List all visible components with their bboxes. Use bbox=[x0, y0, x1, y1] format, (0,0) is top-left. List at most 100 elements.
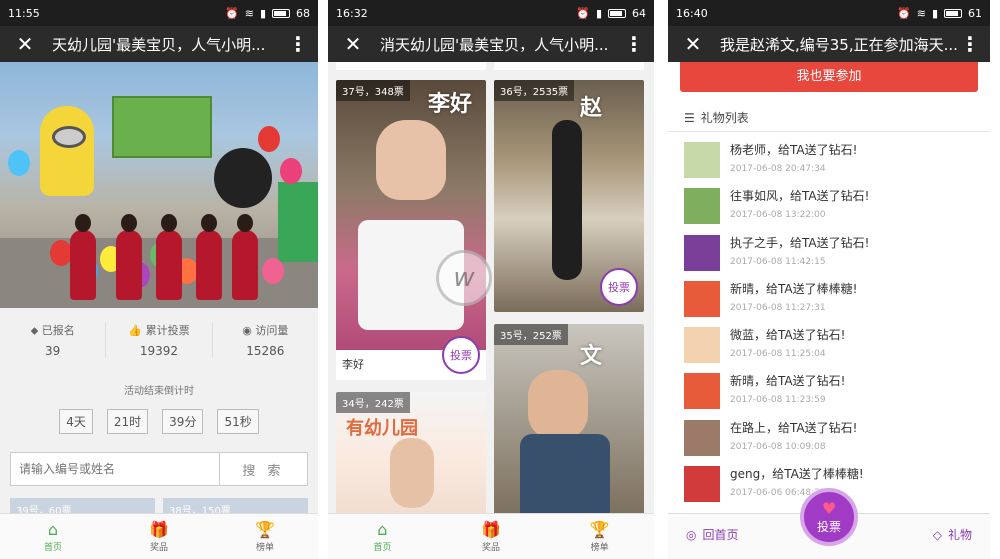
home-circle-icon: ◎ bbox=[686, 527, 697, 542]
status-bar: 16:40 ⏰ ≋ ▮ 61 bbox=[668, 0, 990, 26]
more-menu-icon[interactable]: ⋮ bbox=[624, 34, 644, 54]
gift-time: 2017-06-08 11:25:04 bbox=[730, 349, 826, 360]
stat-label: 已报名 bbox=[41, 324, 75, 337]
back-home-label: 回首页 bbox=[702, 528, 739, 542]
wifi-icon: ≋ bbox=[916, 6, 926, 20]
thumbs-up-icon: 👍 bbox=[128, 324, 143, 337]
gift-text: 执子之手，给TA送了钻石! bbox=[730, 235, 870, 250]
battery-level: 61 bbox=[968, 6, 982, 20]
mickey-mascot bbox=[214, 148, 272, 208]
gift-time: 2017-06-08 11:23:59 bbox=[730, 395, 826, 406]
teacher-figure bbox=[196, 214, 222, 300]
close-icon[interactable]: ✕ bbox=[678, 34, 708, 54]
card-stub bbox=[494, 62, 644, 70]
phone-screen-home: 11:55 ⏰ ≋ ▮ 68 ✕ 天幼儿园'最美宝贝，人气小明... ⋮ ⬥ 已… bbox=[0, 0, 318, 559]
stat-value: 15286 bbox=[246, 344, 285, 358]
title-bar: ✕ 消天幼儿园'最美宝贝，人气小明... ⋮ bbox=[328, 26, 654, 62]
tab-ranking[interactable]: 🏆 榜单 bbox=[212, 514, 318, 559]
search-button[interactable]: 搜 索 bbox=[219, 453, 307, 485]
back-home-button[interactable]: ◎ 回首页 bbox=[686, 526, 739, 543]
avatar bbox=[684, 188, 720, 225]
battery-icon bbox=[272, 8, 290, 18]
vote-button[interactable]: 投票 bbox=[600, 268, 638, 306]
gift-list-header: ☰ 礼物列表 bbox=[668, 104, 990, 132]
teacher-figure bbox=[232, 214, 258, 300]
tab-prizes[interactable]: 🎁 奖品 bbox=[106, 514, 212, 559]
gift-time: 2017-06-08 11:42:15 bbox=[730, 256, 826, 267]
tab-home[interactable]: ⌂ 首页 bbox=[0, 514, 106, 559]
gift-item: 新晴，给TA送了钻石! 2017-06-08 11:23:59 bbox=[668, 373, 990, 419]
avatar bbox=[684, 280, 720, 317]
more-menu-icon[interactable]: ⋮ bbox=[960, 34, 980, 54]
stat-label: 累计投票 bbox=[145, 324, 190, 337]
name-overlay: 李好 bbox=[428, 92, 473, 117]
avatar bbox=[684, 327, 720, 364]
home-icon: ⌂ bbox=[377, 520, 388, 539]
gift-label: 礼物 bbox=[947, 528, 972, 542]
alarm-icon: ⏰ bbox=[225, 6, 239, 20]
gift-item: 往事如风，给TA送了钻石! 2017-06-08 13:22:00 bbox=[668, 188, 990, 234]
balloon bbox=[280, 158, 302, 184]
gift-time: 2017-06-08 11:27:31 bbox=[730, 302, 826, 313]
vote-label: 投票 bbox=[816, 520, 841, 534]
signal-icon: ▮ bbox=[259, 6, 266, 20]
join-button[interactable]: 我也要参加 bbox=[680, 62, 978, 92]
status-icons: ⏰ ≋ ▮ 61 bbox=[897, 7, 982, 20]
gift-text: 微蓝，给TA送了钻石! bbox=[730, 328, 846, 343]
gift-item: 新晴，给TA送了棒棒糖! 2017-06-08 11:27:31 bbox=[668, 280, 990, 327]
name-overlay: 赵 bbox=[580, 96, 603, 121]
status-time: 16:40 bbox=[676, 6, 708, 20]
gift-time: 2017-06-08 13:22:00 bbox=[730, 210, 826, 221]
gift-text: geng，给TA送了棒棒糖! bbox=[730, 467, 864, 482]
battery-icon bbox=[944, 8, 962, 18]
trophy-icon: 🏆 bbox=[589, 520, 610, 539]
page-title: 我是赵浠文,编号35,正在参加海天... bbox=[720, 35, 958, 54]
search-input[interactable] bbox=[11, 453, 219, 485]
page-title: 消天幼儿园'最美宝贝，人气小明... bbox=[380, 35, 609, 54]
battery-level: 68 bbox=[296, 6, 310, 20]
list-icon: ☰ bbox=[684, 110, 695, 125]
gift-button[interactable]: ◇ 礼物 bbox=[933, 526, 972, 543]
avatar bbox=[684, 142, 720, 178]
child-face bbox=[390, 438, 434, 508]
diamond-icon: ◇ bbox=[932, 527, 942, 542]
teacher-figure bbox=[116, 214, 142, 300]
close-icon[interactable]: ✕ bbox=[338, 34, 368, 54]
gift-item: 微蓝，给TA送了钻石! 2017-06-08 11:25:04 bbox=[668, 327, 990, 373]
alarm-icon: ⏰ bbox=[576, 6, 590, 20]
countdown-label: 活动结束倒计时 bbox=[124, 386, 194, 397]
balloon bbox=[8, 150, 30, 176]
gift-text: 往事如风，给TA送了钻石! bbox=[730, 189, 870, 204]
entry-tag: 35号，252票 bbox=[494, 324, 568, 345]
balloon bbox=[262, 258, 284, 284]
entry-tag: 34号，242票 bbox=[336, 392, 410, 413]
child-shirt bbox=[520, 434, 610, 524]
entry-tag: 36号，2535票 bbox=[494, 80, 575, 101]
bottom-tab-bar: ⌂ 首页 🎁 奖品 🏆 榜单 bbox=[328, 513, 654, 559]
tab-prizes[interactable]: 🎁 奖品 bbox=[437, 514, 546, 559]
entry-card[interactable]: 36号，2535票 赵 投票 bbox=[494, 80, 644, 312]
stat-value: 19392 bbox=[139, 344, 179, 358]
home-icon: ⌂ bbox=[47, 520, 59, 539]
entry-card[interactable]: 37号，348票 李好 李好 投票 bbox=[336, 80, 486, 380]
bottom-tab-bar: ⌂ 首页 🎁 奖品 🏆 榜单 bbox=[0, 513, 318, 559]
tab-ranking[interactable]: 🏆 榜单 bbox=[545, 514, 654, 559]
more-menu-icon[interactable]: ⋮ bbox=[288, 34, 308, 54]
vote-button[interactable]: 投票 bbox=[442, 336, 480, 374]
gift-list: 杨老师，给TA送了钻石! 2017-06-08 20:47:34 往事如风，给TA送… bbox=[668, 142, 990, 512]
gift-item: 在路上，给TA送了钻石! 2017-06-08 10:09:08 bbox=[668, 419, 990, 466]
gift-text: 在路上，给TA送了钻石! bbox=[730, 420, 858, 435]
tab-home[interactable]: ⌂ 首页 bbox=[328, 514, 437, 559]
gift-text: 新晴，给TA送了棒棒糖! bbox=[730, 281, 858, 296]
countdown-days: 4天 bbox=[59, 409, 93, 434]
close-icon[interactable]: ✕ bbox=[10, 34, 40, 54]
search-bar: 搜 索 bbox=[10, 452, 308, 486]
vote-button[interactable]: ♥ 投票 bbox=[800, 488, 858, 546]
status-bar: 16:32 ⏰ ▮ 64 bbox=[328, 0, 654, 26]
countdown-hours: 21时 bbox=[106, 409, 149, 434]
status-icons: ⏰ ≋ ▮ 68 bbox=[225, 7, 310, 20]
alarm-icon: ⏰ bbox=[897, 6, 911, 20]
gift-item: 执子之手，给TA送了钻石! 2017-06-08 11:42:15 bbox=[668, 234, 990, 281]
gift-text: 新晴，给TA送了钻石! bbox=[730, 374, 846, 389]
tab-label: 榜单 bbox=[255, 543, 274, 553]
